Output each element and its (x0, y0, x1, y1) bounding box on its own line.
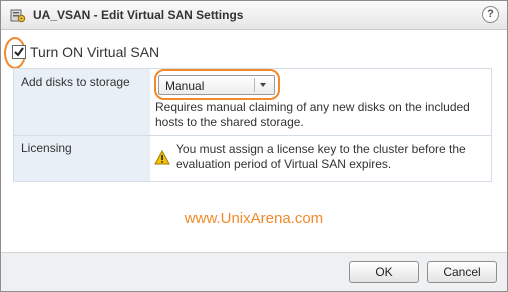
dialog-footer: OK Cancel (1, 252, 507, 291)
row-divider (14, 135, 491, 136)
checkmark-icon (14, 47, 24, 57)
chevron-down-icon[interactable] (260, 83, 266, 87)
add-disks-description: Requires manual claiming of any new disk… (155, 100, 470, 129)
edit-vsan-settings-dialog: UA_VSAN - Edit Virtual SAN Settings ? Tu… (0, 0, 508, 292)
warning-icon (154, 149, 170, 165)
cluster-settings-icon (10, 7, 26, 23)
vsan-settings-table: Add disks to storage Manual Requires man… (13, 68, 492, 182)
dialog-title: UA_VSAN - Edit Virtual SAN Settings (33, 8, 244, 22)
licensing-label: Licensing (21, 141, 72, 155)
add-disks-label: Add disks to storage (21, 75, 130, 89)
watermark-text: www.UnixArena.com (184, 210, 324, 227)
cancel-button[interactable]: Cancel (427, 261, 497, 283)
help-icon[interactable]: ? (482, 6, 499, 23)
turn-on-vsan-checkbox[interactable] (12, 45, 26, 59)
title-bar[interactable]: UA_VSAN - Edit Virtual SAN Settings ? (1, 1, 507, 30)
dropdown-separator (254, 78, 255, 92)
add-disks-mode-dropdown[interactable]: Manual (158, 75, 275, 95)
licensing-warning-text: You must assign a license key to the clu… (176, 142, 466, 171)
dropdown-selected-value: Manual (165, 79, 205, 93)
ok-button[interactable]: OK (349, 261, 419, 283)
turn-on-vsan-label[interactable]: Turn ON Virtual SAN (30, 44, 159, 60)
